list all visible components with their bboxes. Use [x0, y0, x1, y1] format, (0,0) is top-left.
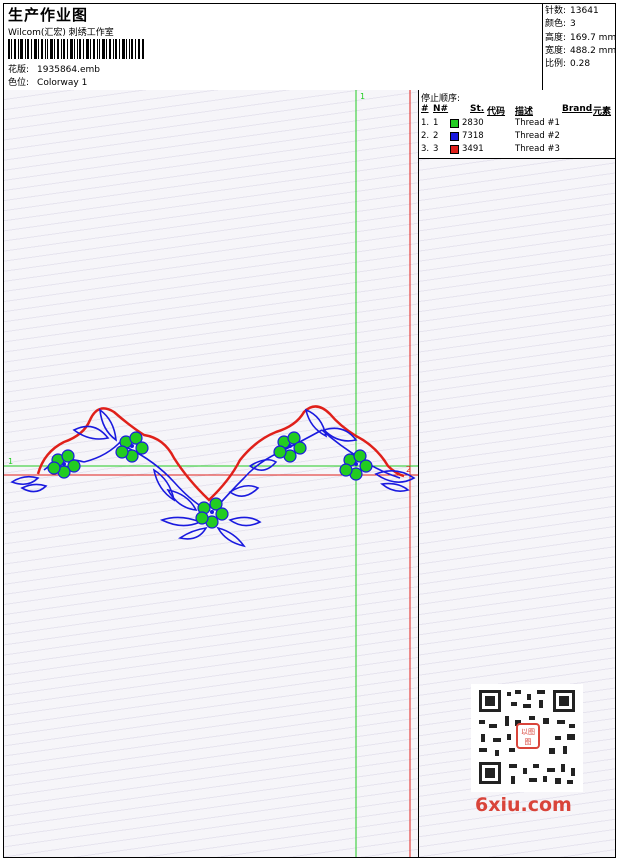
embroidery-preview: 1 1 2 [4, 90, 418, 857]
qr-code: 以图 图 [471, 684, 583, 792]
thread-color-swatch [450, 145, 459, 154]
col-code: 代码 [487, 107, 506, 117]
marker-right: 2 [406, 465, 411, 474]
company-name: Wilcom(汇宏) 刺绣工作室 [8, 28, 114, 38]
svg-text:以图: 以图 [521, 728, 535, 736]
design-canvas[interactable]: 1 1 2 [4, 90, 419, 857]
stat-colors: 颜色: 3 [545, 19, 576, 30]
barcode [8, 39, 144, 59]
marker-top: 1 [360, 92, 365, 101]
col-index: # [421, 104, 429, 114]
colorway-label: 色位: [8, 78, 30, 88]
colorway-value: Colorway 1 [37, 78, 88, 88]
watermark-logo: 6xiu.com [475, 794, 572, 816]
col-brand: Brand [562, 104, 593, 114]
thread-color-swatch [450, 132, 459, 141]
page-title: 生产作业图 [8, 6, 89, 24]
thread-table-header: # N# St. 代码 描述 Brand 元素 [419, 104, 615, 117]
svg-text:图: 图 [525, 738, 532, 746]
thread-color-swatch [450, 119, 459, 128]
design-file: 1935864.emb [37, 65, 101, 75]
stat-height: 高度: 169.7 mm [545, 32, 617, 43]
qr-code-graphic: 以图 图 [471, 684, 583, 792]
thread-row[interactable]: 3. 3 3491 Thread #3 [419, 144, 615, 157]
thread-row[interactable]: 2. 2 7318 Thread #2 [419, 131, 615, 144]
stat-stitches: 针数: 13641 [545, 6, 599, 16]
stat-scale: 比例: 0.28 [545, 59, 591, 70]
stat-width: 宽度: 488.2 mm [545, 45, 617, 56]
col-stop: St. [470, 104, 485, 114]
design-file-line: 花版: 1935864.emb [8, 62, 100, 75]
worksheet-header: 生产作业图 Wilcom(汇宏) 刺绣工作室 花版: 1935864.emb 色… [4, 4, 617, 91]
worksheet-frame: 生产作业图 Wilcom(汇宏) 刺绣工作室 花版: 1935864.emb 色… [3, 3, 616, 858]
col-description: 描述 [515, 107, 534, 117]
design-outline [36, 405, 405, 502]
col-number: N# [433, 104, 449, 114]
design-label: 花版: [8, 65, 30, 75]
thread-panel: 停止顺序: # N# St. 代码 描述 Brand 元素 1. 1 2830 … [419, 90, 615, 159]
col-element: 元素 [593, 107, 612, 117]
flower-motif [47, 431, 373, 529]
thread-row[interactable]: 1. 1 2830 Thread #1 [419, 118, 615, 131]
side-panel: 停止顺序: # N# St. 代码 描述 Brand 元素 1. 1 2830 … [419, 90, 615, 857]
colorway-line: 色位: Colorway 1 [8, 75, 87, 88]
marker-left: 1 [8, 457, 13, 466]
design-stats: 针数: 13641 颜色: 3 高度: 169.7 mm 宽度: 488.2 mm 比例… [542, 4, 617, 90]
stop-sequence-title: 停止顺序: [421, 94, 461, 104]
